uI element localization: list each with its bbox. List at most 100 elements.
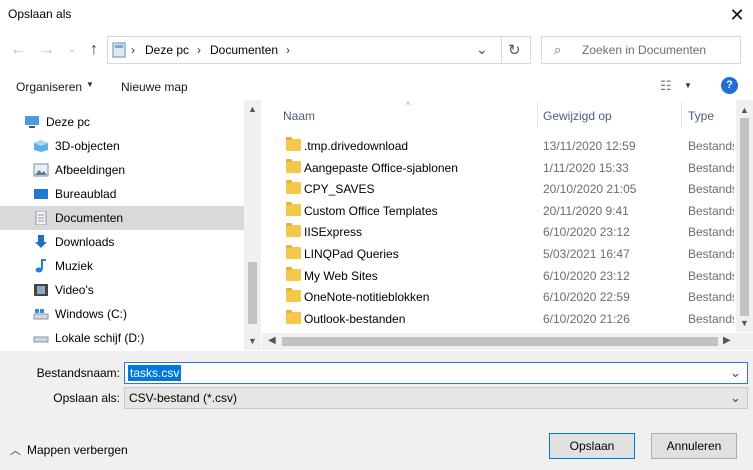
breadcrumb-documenten[interactable]: Documenten	[210, 43, 278, 57]
file-name: IISExpress	[304, 225, 363, 240]
folder-icon	[286, 288, 301, 303]
video-icon	[34, 284, 48, 296]
file-type: Bestandsmap	[688, 290, 734, 305]
scroll-down-icon[interactable]: ▼	[248, 336, 257, 346]
filename-field[interactable]: ⌄	[124, 362, 748, 384]
column-header-name[interactable]: Naam	[283, 109, 315, 123]
nav-item-label: Downloads	[55, 235, 115, 249]
table-row[interactable]: My Web Sites 6/10/2020 23:12 Bestandsmap	[262, 265, 738, 286]
file-list-vertical-scrollbar[interactable]: ▲ ▼	[736, 100, 753, 332]
download-icon	[35, 235, 47, 248]
nav-item-label: Windows (C:)	[55, 307, 128, 321]
file-modified: 6/10/2020 21:26	[543, 311, 630, 326]
cube-icon	[34, 140, 48, 152]
table-row[interactable]: .tmp.drivedownload 13/11/2020 12:59 Bestan…	[262, 135, 738, 156]
hide-folders-label: Mappen verbergen	[27, 443, 128, 457]
column-divider	[681, 102, 682, 128]
file-type: Bestandsmap	[688, 225, 734, 240]
breadcrumb-separator-icon: ›	[131, 43, 135, 57]
table-row[interactable]: Aangepaste Office-sjablonen 1/11/2020 15:…	[262, 157, 738, 178]
filename-label: Bestandsnaam:	[36, 366, 120, 380]
scroll-down-icon[interactable]: ▼	[740, 318, 749, 328]
nav-item-3d-objects[interactable]: 3D-objecten	[0, 134, 244, 158]
view-options-icon[interactable]: ☷	[660, 78, 672, 94]
folder-icon	[286, 201, 301, 216]
nav-item-label: Documenten	[55, 211, 124, 225]
file-type: Bestandsmap	[688, 203, 734, 218]
nav-item-downloads[interactable]: Downloads	[0, 230, 244, 254]
address-dropdown-chevron-icon[interactable]: ⌄	[476, 41, 488, 58]
file-name: CPY_SAVES	[304, 182, 375, 197]
hide-folders-toggle[interactable]: ︿ Mappen verbergen	[10, 442, 128, 458]
folder-icon	[286, 309, 301, 324]
desktop-icon	[34, 189, 48, 199]
close-button[interactable]: ✕	[721, 0, 753, 31]
up-icon[interactable]: ↑	[84, 40, 104, 60]
file-list-vertical-thumb[interactable]	[740, 118, 749, 316]
forward-icon[interactable]: →	[37, 40, 57, 60]
save-button[interactable]: Opslaan	[549, 433, 635, 459]
scroll-up-icon[interactable]: ▲	[248, 104, 257, 114]
search-icon: ⌕	[554, 42, 562, 57]
breadcrumb-deze-pc[interactable]: Deze pc	[145, 43, 189, 57]
file-modified: 20/10/2020 21:05	[543, 182, 637, 197]
folder-icon	[286, 180, 301, 195]
file-type: Bestandsmap	[688, 139, 734, 153]
table-row[interactable]: CPY_SAVES 20/10/2020 21:05 Bestandsmap	[262, 178, 738, 199]
folder-icon	[286, 158, 301, 173]
nav-item-deze-pc[interactable]: Deze pc	[0, 110, 244, 134]
help-icon[interactable]: ?	[721, 77, 738, 94]
new-folder-button[interactable]: Nieuwe map	[121, 80, 188, 94]
recent-locations-chevron-icon[interactable]: ⌄	[62, 40, 82, 60]
file-modified: 6/10/2020 22:59	[543, 290, 630, 305]
table-row[interactable]: Outlook-bestanden 6/10/2020 21:26 Bestands…	[262, 308, 738, 329]
file-modified: 6/10/2020 23:12	[543, 225, 630, 240]
breadcrumb-separator-icon: ›	[286, 43, 290, 57]
organize-button[interactable]: Organiseren	[16, 80, 82, 94]
table-row[interactable]: Custom Office Templates 20/11/2020 9:41 Be…	[262, 200, 738, 221]
file-list: ^ Naam Gewijzigd op Type .tmp.drivedownl…	[262, 100, 753, 350]
pictures-icon	[33, 163, 49, 177]
table-row[interactable]: OneNote-notitieblokken 6/10/2020 22:59 Bes…	[262, 286, 738, 307]
nav-scrollbar[interactable]: ▲ ▼	[244, 100, 261, 350]
documents-icon	[35, 211, 47, 225]
nav-item-windows-c[interactable]: Windows (C:)	[0, 302, 244, 326]
file-list-horizontal-scrollbar[interactable]: ◀ ▶	[262, 333, 753, 350]
window-title: Opslaan als	[8, 7, 72, 21]
file-type: Bestandsmap	[688, 160, 734, 175]
back-icon[interactable]: ←	[8, 40, 28, 60]
filetype-select[interactable]: CSV-bestand (*.csv) ⌄	[124, 387, 748, 409]
column-header-type[interactable]: Type	[688, 109, 714, 123]
refresh-icon[interactable]: ↻	[508, 41, 521, 59]
folder-icon	[286, 266, 301, 281]
table-row[interactable]: IISExpress 6/10/2020 23:12 Bestandsmap	[262, 221, 738, 242]
nav-item-local-disk-d[interactable]: Lokale schijf (D:)	[0, 326, 244, 350]
filename-dropdown-icon[interactable]: ⌄	[730, 365, 741, 381]
nav-item-desktop[interactable]: Bureaublad	[0, 182, 244, 206]
pc-location-icon	[112, 42, 126, 58]
file-modified: 20/11/2020 9:41	[543, 203, 629, 218]
file-name: OneNote-notitieblokken	[304, 290, 430, 305]
column-header-modified[interactable]: Gewijzigd op	[543, 109, 612, 123]
filetype-value: CSV-bestand (*.csv)	[129, 391, 238, 405]
drive-icon	[33, 309, 49, 320]
nav-scrollbar-thumb[interactable]	[248, 262, 257, 324]
nav-item-pictures[interactable]: Afbeeldingen	[0, 158, 244, 182]
scroll-left-icon[interactable]: ◀	[268, 335, 276, 346]
music-icon	[35, 259, 46, 273]
nav-item-label: Muziek	[55, 259, 94, 273]
nav-item-music[interactable]: Muziek	[0, 254, 244, 278]
file-list-horizontal-thumb[interactable]	[282, 337, 718, 346]
nav-item-videos[interactable]: Video's	[0, 278, 244, 302]
address-bar[interactable]: › Deze pc › Documenten › ⌄ ↻	[107, 36, 531, 64]
view-dropdown-icon[interactable]: ▼	[684, 81, 692, 90]
search-input[interactable]: ⌕ Zoeken in Documenten	[541, 36, 741, 64]
folder-icon	[286, 137, 301, 151]
cancel-button[interactable]: Annuleren	[651, 433, 737, 459]
filename-value[interactable]: tasks.csv	[128, 365, 182, 381]
nav-item-documents[interactable]: Documenten	[0, 206, 244, 230]
scroll-right-icon[interactable]: ▶	[723, 335, 731, 346]
scroll-up-icon[interactable]: ▲	[740, 105, 749, 115]
navigation-pane: Deze pc 3D-objecten Afbeeldingen Bureaub…	[0, 100, 261, 350]
table-row[interactable]: LINQPad Queries 5/03/2021 16:47 Bestandsma…	[262, 243, 738, 264]
